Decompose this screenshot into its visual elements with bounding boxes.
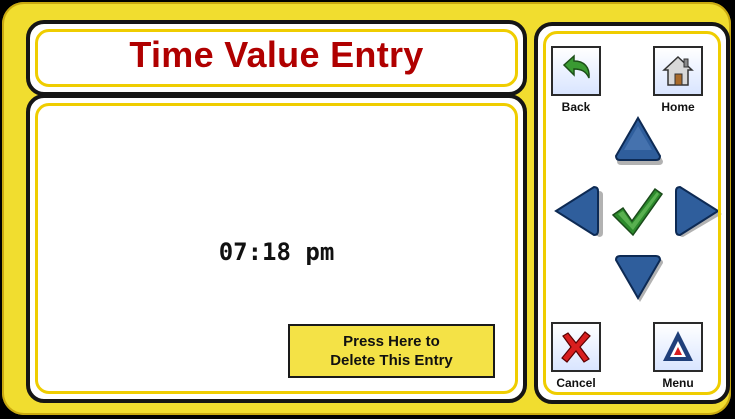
title-panel: Time Value Entry xyxy=(26,20,527,96)
screen-frame: Time Value Entry 07:18 pm Press Here to … xyxy=(2,2,731,415)
home-button[interactable] xyxy=(653,46,703,96)
cancel-button[interactable] xyxy=(551,322,601,372)
home-label: Home xyxy=(661,100,695,114)
home-icon xyxy=(662,55,694,86)
menu-button[interactable] xyxy=(653,322,703,372)
navigation-panel: Back Home Cancel Menu xyxy=(534,22,730,404)
back-arrow-icon xyxy=(562,54,590,79)
left-arrow-icon[interactable] xyxy=(552,180,606,242)
checkmark-icon[interactable] xyxy=(608,183,666,241)
up-arrow-icon[interactable] xyxy=(608,114,668,166)
down-arrow-icon[interactable] xyxy=(608,252,668,304)
cancel-x-icon xyxy=(561,331,591,363)
entry-panel: 07:18 pm Press Here to Delete This Entry xyxy=(26,94,527,403)
back-label: Back xyxy=(561,100,591,114)
page-title: Time Value Entry xyxy=(129,34,424,75)
menu-logo-icon xyxy=(663,331,693,361)
menu-label: Menu xyxy=(662,376,694,390)
cancel-label: Cancel xyxy=(556,376,596,390)
time-value: 07:18 pm xyxy=(218,238,335,266)
delete-label-line1: Press Here to xyxy=(343,333,440,350)
delete-entry-button[interactable]: Press Here to Delete This Entry xyxy=(288,324,495,378)
right-arrow-icon[interactable] xyxy=(670,180,724,242)
delete-label-line2: Delete This Entry xyxy=(330,352,453,369)
back-button[interactable] xyxy=(551,46,601,96)
